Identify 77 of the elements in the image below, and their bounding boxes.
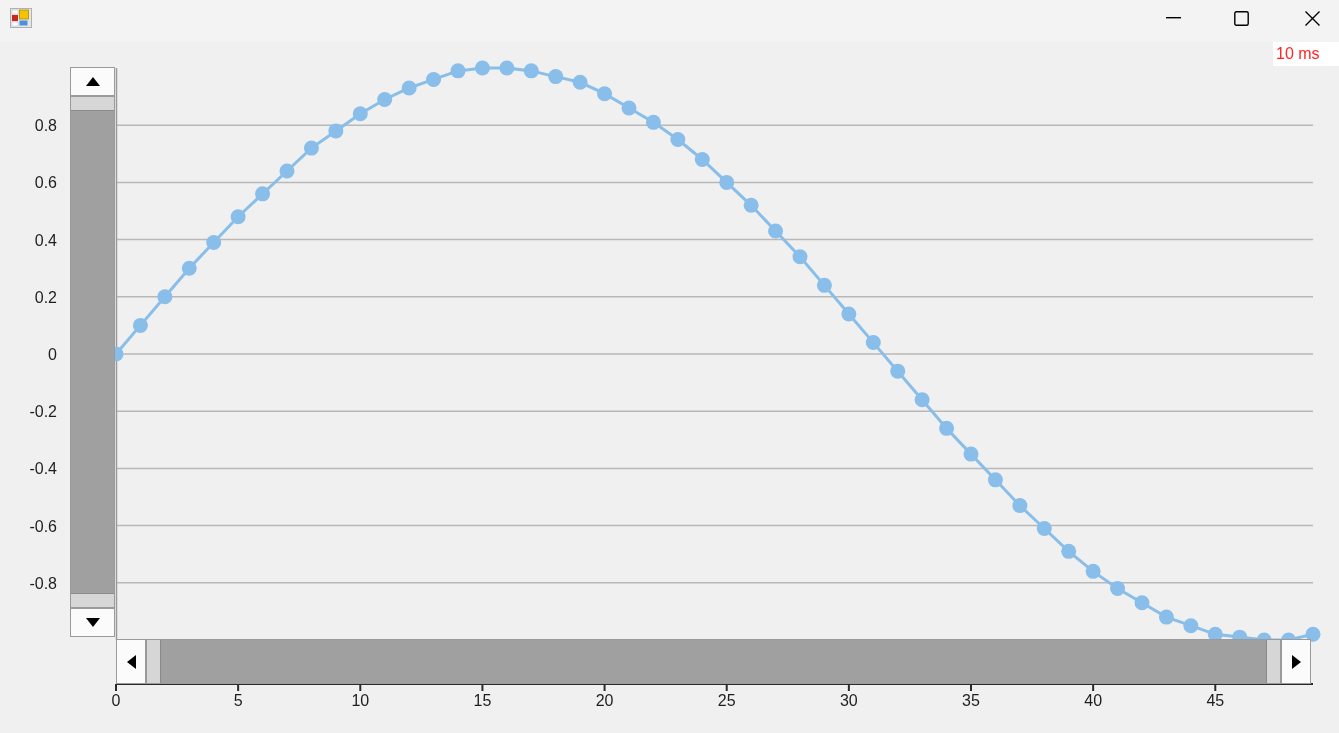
maximize-icon — [1233, 10, 1249, 26]
data-point — [157, 289, 173, 305]
data-point — [132, 317, 148, 333]
x-tick-label: 35 — [962, 692, 980, 709]
data-point — [914, 392, 930, 408]
data-point — [621, 100, 637, 116]
data-point — [890, 363, 906, 379]
y-tick-label: 0 — [48, 346, 57, 363]
data-point — [865, 335, 881, 351]
arrow-down-icon — [85, 618, 100, 627]
data-point — [645, 114, 661, 130]
data-point — [987, 472, 1003, 488]
data-point — [1183, 618, 1199, 634]
data-point — [352, 106, 368, 122]
y-tick-label: -0.8 — [29, 574, 57, 592]
y-tick-label: -0.6 — [29, 517, 57, 535]
data-point — [426, 71, 442, 87]
y-tick-label: 0.4 — [34, 231, 57, 249]
data-point — [377, 91, 393, 107]
data-point — [474, 60, 490, 76]
close-icon — [1304, 10, 1320, 26]
data-point — [694, 152, 710, 167]
data-point — [743, 197, 759, 213]
data-point — [816, 277, 832, 293]
data-point — [963, 446, 979, 462]
x-tick-label: 0 — [111, 692, 121, 709]
data-point — [597, 86, 613, 102]
minimize-icon — [1165, 17, 1181, 19]
y-tick-label: 0.2 — [34, 288, 57, 306]
y-tick-label: 0.8 — [34, 117, 57, 135]
x-tick-label: 10 — [351, 692, 370, 709]
data-point — [450, 63, 466, 79]
x-tick-label: 40 — [1084, 692, 1103, 709]
data-point — [1061, 543, 1077, 559]
data-point — [206, 234, 222, 250]
data-point — [548, 69, 564, 85]
data-point — [1012, 498, 1028, 514]
y-tick-label: 0.6 — [34, 174, 57, 192]
scroll-up-button[interactable] — [70, 67, 115, 96]
data-point — [1158, 609, 1174, 625]
data-point — [1110, 581, 1126, 596]
arrow-right-icon — [1291, 654, 1301, 669]
data-point — [255, 186, 271, 202]
arrow-up-icon — [85, 77, 100, 86]
x-tick-label: 25 — [717, 692, 736, 709]
data-point — [1085, 563, 1101, 579]
data-point — [719, 174, 735, 190]
data-point — [1305, 626, 1321, 642]
data-point — [572, 74, 588, 90]
scroll-down-button[interactable] — [70, 608, 115, 637]
scroll-left-button[interactable] — [116, 639, 146, 684]
data-point — [1036, 520, 1052, 536]
arrow-left-icon — [126, 654, 136, 669]
data-point — [670, 132, 686, 147]
data-point — [792, 249, 808, 265]
y-tick-label: -0.4 — [29, 460, 57, 478]
x-tick-label: 30 — [839, 692, 858, 709]
data-point — [401, 80, 417, 96]
data-point — [499, 60, 515, 76]
data-point — [841, 306, 857, 322]
data-point — [768, 223, 784, 239]
data-point — [328, 123, 344, 139]
scroll-right-button[interactable] — [1281, 639, 1311, 684]
data-point — [303, 140, 319, 156]
y-tick-label: -0.2 — [29, 403, 57, 421]
x-tick-label: 15 — [473, 692, 492, 709]
data-point — [181, 260, 197, 276]
data-point — [230, 209, 246, 225]
data-point — [523, 63, 539, 79]
x-tick-label: 45 — [1206, 692, 1225, 709]
data-point — [939, 420, 955, 436]
elapsed-time-label: 10 ms — [1273, 42, 1339, 66]
x-tick-label: 5 — [233, 692, 243, 709]
app-icon — [10, 8, 32, 28]
data-point — [279, 163, 295, 179]
x-tick-label: 20 — [595, 692, 614, 709]
data-point — [1134, 595, 1150, 611]
